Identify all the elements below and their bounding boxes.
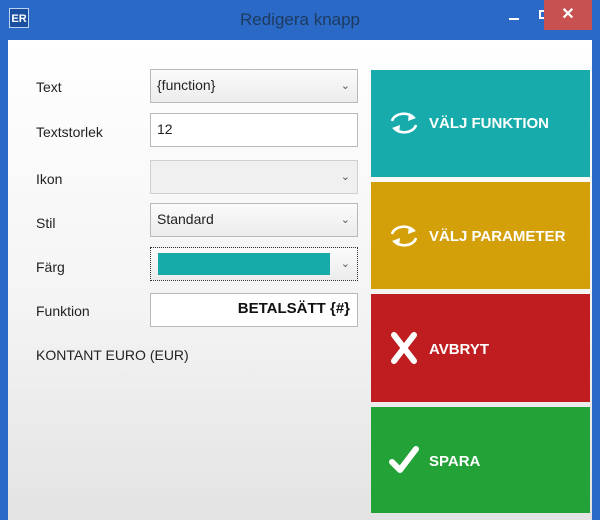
funktion-field[interactable]: BETALSÄTT {#} xyxy=(150,293,358,327)
stil-label: Stil xyxy=(36,215,56,231)
text-label: Text xyxy=(36,79,62,95)
valj-funktion-label: VÄLJ FUNKTION xyxy=(429,115,549,132)
avbryt-label: AVBRYT xyxy=(429,341,489,358)
spara-label: SPARA xyxy=(429,453,481,470)
window-border-right xyxy=(592,40,600,520)
title-bar[interactable]: ER Redigera knapp ✕ xyxy=(0,0,600,40)
chevron-down-icon: ⌄ xyxy=(340,258,350,270)
avbryt-button[interactable]: AVBRYT xyxy=(371,294,590,402)
chevron-down-icon: ⌄ xyxy=(340,80,350,92)
color-swatch xyxy=(158,253,330,275)
minimize-button[interactable] xyxy=(500,0,528,30)
close-button[interactable]: ✕ xyxy=(544,0,592,30)
text-value: {function} xyxy=(157,77,216,93)
funktion-value: BETALSÄTT {#} xyxy=(237,300,350,317)
textstorlek-value: 12 xyxy=(157,121,173,137)
farg-dropdown[interactable]: ⌄ xyxy=(150,247,358,281)
stil-value: Standard xyxy=(157,211,214,227)
textstorlek-label: Textstorlek xyxy=(36,124,103,140)
farg-label: Färg xyxy=(36,259,65,275)
minimize-icon xyxy=(509,18,519,20)
window-border-left xyxy=(0,40,8,520)
selected-payment-summary: KONTANT EURO (EUR) xyxy=(36,347,189,363)
ikon-label: Ikon xyxy=(36,171,63,187)
valj-parameter-button[interactable]: VÄLJ PARAMETER xyxy=(371,182,590,289)
chevron-down-icon: ⌄ xyxy=(340,214,350,226)
text-dropdown[interactable]: {function} ⌄ xyxy=(150,69,358,103)
dialog-content: Text {function} ⌄ Textstorlek 12 Ikon ⌄ … xyxy=(8,40,592,520)
checkmark-icon xyxy=(389,446,419,473)
chevron-down-icon: ⌄ xyxy=(340,171,350,183)
stil-dropdown[interactable]: Standard ⌄ xyxy=(150,203,358,237)
x-icon xyxy=(391,332,417,364)
valj-funktion-button[interactable]: VÄLJ FUNKTION xyxy=(371,70,590,177)
close-icon: ✕ xyxy=(561,6,575,23)
edit-button-window: ER Redigera knapp ✕ Text {function} ⌄ Te… xyxy=(0,0,600,520)
valj-parameter-label: VÄLJ PARAMETER xyxy=(429,228,566,245)
textstorlek-input[interactable]: 12 xyxy=(150,113,358,147)
funktion-label: Funktion xyxy=(36,303,90,319)
spara-button[interactable]: SPARA xyxy=(371,407,590,513)
ikon-dropdown[interactable]: ⌄ xyxy=(150,160,358,194)
refresh-arrows-icon xyxy=(390,112,418,134)
refresh-arrows-icon xyxy=(390,225,418,247)
